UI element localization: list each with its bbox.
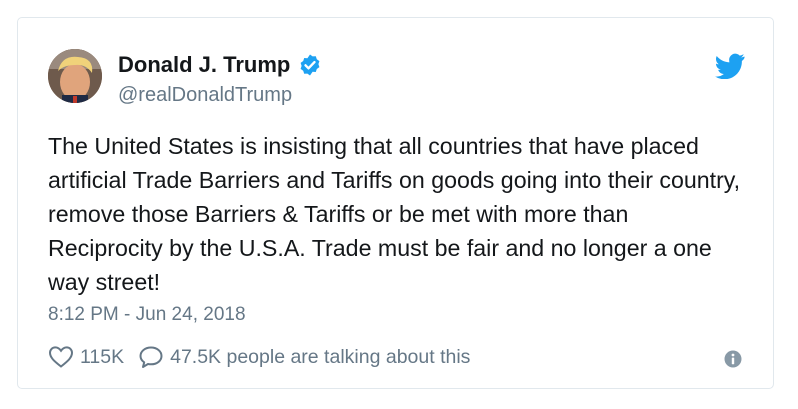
author-name-row: Donald J. Trump: [118, 52, 322, 78]
talking-count[interactable]: 47.5K people are talking about this: [170, 346, 470, 369]
speech-bubble-icon[interactable]: [138, 345, 164, 369]
heart-icon[interactable]: [48, 345, 74, 369]
verified-badge-icon: [298, 53, 322, 77]
tweet-card: Donald J. Trump @realDonaldTrump The Uni…: [17, 17, 774, 389]
author-handle[interactable]: @realDonaldTrump: [118, 84, 292, 107]
info-icon[interactable]: [724, 350, 742, 368]
tweet-timestamp[interactable]: 8:12 PM - Jun 24, 2018: [48, 304, 246, 326]
tweet-text: The United States is insisting that all …: [48, 133, 741, 295]
twitter-bird-icon[interactable]: [715, 53, 745, 80]
display-name[interactable]: Donald J. Trump: [118, 52, 290, 78]
like-count[interactable]: 115K: [80, 346, 124, 369]
avatar[interactable]: [48, 49, 102, 103]
tweet-actions: 115K 47.5K people are talking about this: [48, 345, 470, 369]
